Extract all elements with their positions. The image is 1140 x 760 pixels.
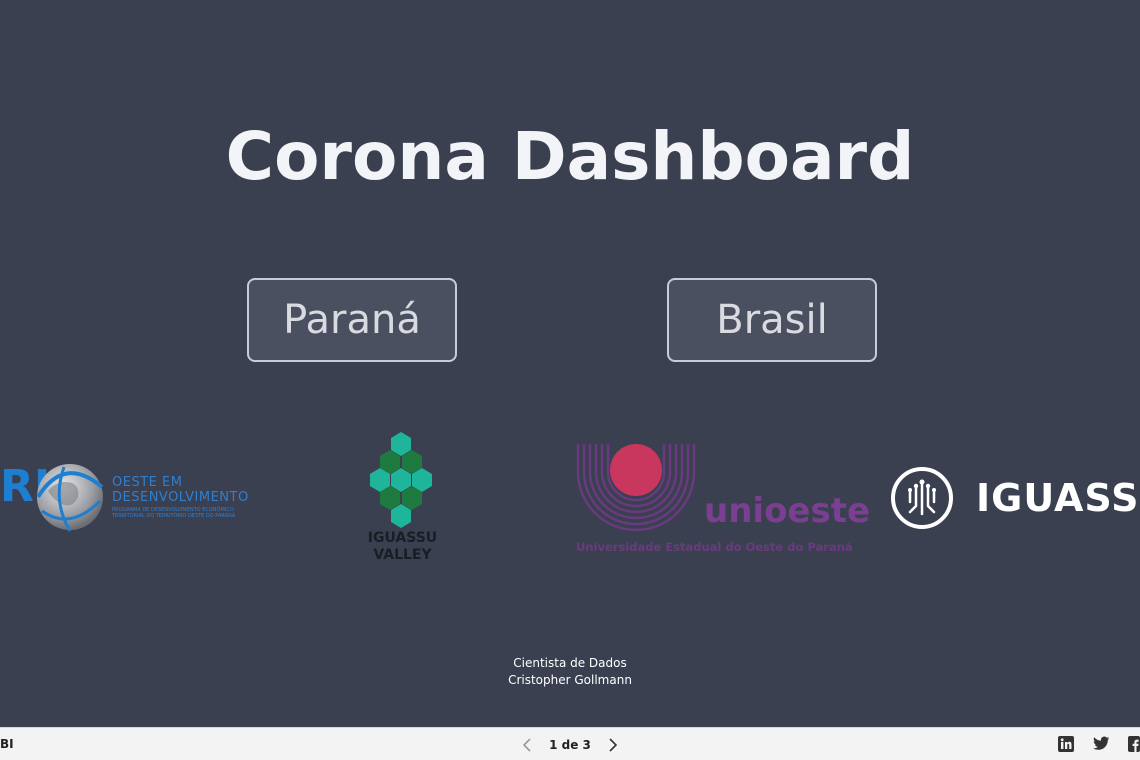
unioeste-subtitle: Universidade Estadual do Oeste do Paraná — [576, 540, 853, 554]
credits-author: Cristopher Gollmann — [508, 673, 632, 687]
chevron-right-icon[interactable] — [604, 737, 620, 753]
oeste-line2: DESENVOLVIMENTO — [112, 490, 249, 505]
footer-brand: BI — [0, 737, 14, 751]
hexagon-cluster-icon — [370, 432, 432, 528]
credits-role: Cientista de Dados — [513, 656, 627, 670]
report-footer: BI 1 de 3 — [0, 727, 1140, 760]
iguassu-emblem-icon — [891, 467, 953, 529]
valley-line2: VALLEY — [373, 547, 432, 563]
valley-line1: IGUASSU — [367, 530, 438, 546]
chevron-left-icon[interactable] — [520, 737, 536, 753]
brasil-button[interactable]: Brasil — [667, 278, 877, 362]
oeste-desenvolvimento-logo: RI OESTE EM DESENVOLVIMENTO PROGRAMA DE … — [0, 455, 250, 540]
report-canvas: Corona Dashboard Paraná Brasil RI OESTE … — [0, 0, 1140, 727]
globe-icon — [36, 464, 104, 532]
page-title: Corona Dashboard — [225, 118, 915, 195]
linkedin-icon[interactable] — [1058, 736, 1074, 752]
facebook-icon[interactable] — [1128, 736, 1140, 752]
credits: Cientista de Dados Cristopher Gollmann — [0, 655, 1140, 689]
iguassu-logo: IGUASSU — [888, 462, 1140, 534]
unioeste-name: unioeste — [704, 491, 871, 531]
iguassu-name: IGUASSU — [976, 476, 1140, 520]
oeste-subtitle: PROGRAMA DE DESENVOLVIMENTO ECONÔMICO TE… — [112, 507, 236, 519]
unioeste-emblem-icon — [576, 444, 696, 532]
iguassu-valley-logo: IGUASSU VALLEY — [350, 430, 455, 570]
page-navigator: 1 de 3 — [520, 734, 620, 756]
oeste-line1: OESTE EM — [112, 475, 183, 490]
unioeste-logo: unioeste Universidade Estadual do Oeste … — [570, 440, 885, 560]
parana-button[interactable]: Paraná — [247, 278, 457, 362]
page-indicator: 1 de 3 — [549, 738, 591, 752]
twitter-icon[interactable] — [1093, 736, 1110, 751]
